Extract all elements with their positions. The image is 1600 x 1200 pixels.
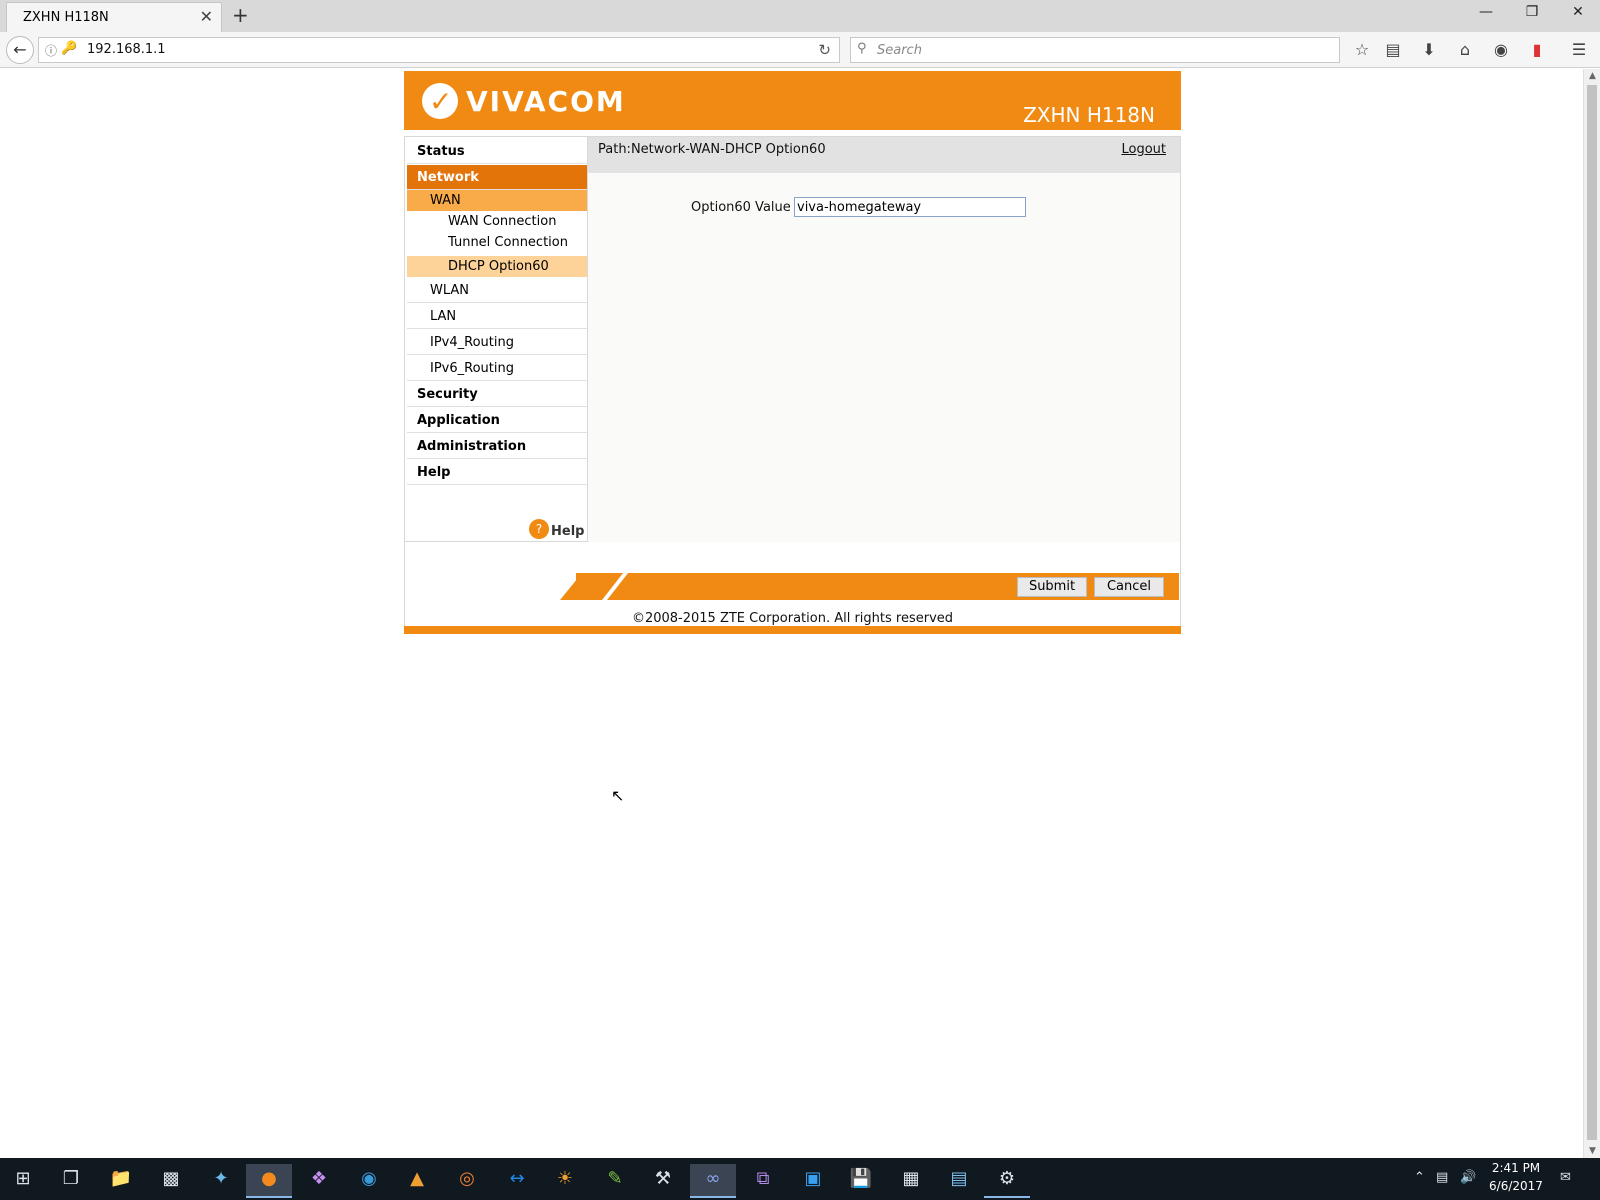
extension-icon[interactable]: ▮ xyxy=(1526,40,1548,59)
windows-taskbar: ⊞ ❐ 📁 ▩ ✦ ● ❖ ◉ ▲ ◎ ↔ ☀ ✎ ⚒ ∞ ⧉ ▣ 💾 ▦ ▤ … xyxy=(0,1158,1600,1200)
browser-tab-bar: ZXHN H118N ✕ + — ❐ ✕ xyxy=(0,0,1600,32)
sidebar-menu: Status Network WAN WAN Connection Tunnel… xyxy=(404,136,588,542)
visual-studio-icon[interactable]: ⧉ xyxy=(740,1164,786,1198)
menu-item-help[interactable]: Help xyxy=(407,460,587,485)
teamviewer-icon[interactable]: ↔ xyxy=(494,1164,540,1198)
info-icon[interactable]: ⓘ xyxy=(45,42,57,59)
windows-start-icon[interactable]: ⊞ xyxy=(0,1164,46,1198)
magnifier-icon: ⚲ xyxy=(857,41,867,56)
tray-expand-icon[interactable]: ⌃ xyxy=(1414,1170,1425,1185)
home-icon[interactable]: ⌂ xyxy=(1454,40,1476,59)
submit-button[interactable]: Submit xyxy=(1017,577,1087,597)
pocket-icon[interactable]: ◉ xyxy=(1490,40,1512,59)
browser-toolbar: ← ⓘ 🔑 192.168.1.1 ↻ ⚲ Search ☆ ▤ ⬇ ⌂ ◉ ▮… xyxy=(0,32,1600,68)
new-tab-button[interactable]: + xyxy=(232,3,249,27)
bookmark-star-icon[interactable]: ☆ xyxy=(1351,40,1373,59)
clock-date[interactable]: 6/6/2017 xyxy=(1486,1179,1546,1193)
footer-bottom-line xyxy=(404,626,1181,634)
breadcrumb-bar: Path:Network-WAN-DHCP Option60 Logout xyxy=(588,137,1180,173)
scroll-down-arrow-icon[interactable]: ▼ xyxy=(1584,1146,1600,1156)
key-icon: 🔑 xyxy=(61,41,78,56)
back-arrow-icon[interactable]: ← xyxy=(6,36,34,64)
menu-item-dhcp-option60[interactable]: DHCP Option60 xyxy=(407,256,587,277)
logout-link[interactable]: Logout xyxy=(1121,142,1166,157)
menu-item-wan-connection[interactable]: WAN Connection xyxy=(407,211,587,232)
menu-item-status[interactable]: Status xyxy=(407,139,587,164)
menu-item-security[interactable]: Security xyxy=(407,382,587,407)
app-icon[interactable]: ✦ xyxy=(198,1164,244,1198)
vivacom-logo-icon: ✓ xyxy=(422,83,458,119)
url-text[interactable]: 192.168.1.1 xyxy=(87,42,166,57)
close-window-icon[interactable]: ✕ xyxy=(1558,4,1598,20)
reload-icon[interactable]: ↻ xyxy=(818,41,831,59)
menu-item-ipv6-routing[interactable]: IPv6_Routing xyxy=(407,356,587,381)
tab-title: ZXHN H118N xyxy=(23,10,109,25)
option60-label: Option60 Value xyxy=(691,200,791,215)
menu-icon[interactable]: ☰ xyxy=(1568,40,1590,59)
menu-item-ipv4-routing[interactable]: IPv4_Routing xyxy=(407,330,587,355)
browser-tab[interactable]: ZXHN H118N ✕ xyxy=(6,2,222,32)
restore-icon[interactable]: ❐ xyxy=(1512,4,1552,20)
menu-item-administration[interactable]: Administration xyxy=(407,434,587,459)
content-panel: Path:Network-WAN-DHCP Option60 Logout Op… xyxy=(588,136,1181,542)
app-icon[interactable]: ∞ xyxy=(690,1164,736,1198)
firefox-icon[interactable]: ● xyxy=(246,1164,292,1198)
option60-value-input[interactable] xyxy=(794,197,1026,217)
search-placeholder: Search xyxy=(877,43,922,58)
router-header: ✓ VIVACOM ZXHN H118N xyxy=(404,71,1181,130)
footer-button-bar xyxy=(576,573,1179,600)
vertical-scrollbar[interactable]: ▲ ▼ xyxy=(1583,69,1600,1158)
scroll-up-arrow-icon[interactable]: ▲ xyxy=(1584,71,1600,81)
tools-icon[interactable]: ⚒ xyxy=(640,1164,686,1198)
notepad-icon[interactable]: ✎ xyxy=(592,1164,638,1198)
task-view-icon[interactable]: ❐ xyxy=(48,1164,94,1198)
model-name: ZXHN H118N xyxy=(1023,103,1155,127)
help-button-label: Help xyxy=(551,524,585,539)
app-icon[interactable]: ▦ xyxy=(888,1164,934,1198)
mouse-cursor-icon: ↖ xyxy=(611,786,625,805)
menu-item-network[interactable]: Network xyxy=(407,165,587,190)
breadcrumb: Path:Network-WAN-DHCP Option60 xyxy=(598,142,826,157)
scroll-thumb[interactable] xyxy=(1587,85,1597,1140)
reading-list-icon[interactable]: ▤ xyxy=(1382,40,1404,59)
volume-icon[interactable]: 🔊 xyxy=(1460,1170,1476,1185)
question-mark-icon: ? xyxy=(529,519,549,539)
menu-item-lan[interactable]: LAN xyxy=(407,304,587,329)
photoshop-icon[interactable]: ▣ xyxy=(790,1164,836,1198)
menu-item-application[interactable]: Application xyxy=(407,408,587,433)
menu-item-wlan[interactable]: WLAN xyxy=(407,278,587,303)
menu-item-wan[interactable]: WAN xyxy=(407,190,587,211)
app-icon[interactable]: ☀ xyxy=(542,1164,588,1198)
notification-icon[interactable]: ✉ xyxy=(1560,1170,1571,1185)
copyright-text: ©2008-2015 ZTE Corporation. All rights r… xyxy=(631,611,954,626)
blender-icon[interactable]: ◎ xyxy=(444,1164,490,1198)
app-icon[interactable]: 💾 xyxy=(838,1164,884,1198)
menu-item-tunnel-connection[interactable]: Tunnel Connection xyxy=(407,232,587,253)
app-icon[interactable]: ◉ xyxy=(346,1164,392,1198)
close-tab-icon[interactable]: ✕ xyxy=(200,7,213,26)
terminal-icon[interactable]: ▩ xyxy=(148,1164,194,1198)
app-icon[interactable]: ▲ xyxy=(394,1164,440,1198)
brand-logo-text: VIVACOM xyxy=(466,85,626,118)
download-icon[interactable]: ⬇ xyxy=(1418,40,1440,59)
minimize-icon[interactable]: — xyxy=(1466,4,1506,20)
address-bar[interactable]: ⓘ 🔑 192.168.1.1 ↻ xyxy=(38,37,840,63)
cancel-button[interactable]: Cancel xyxy=(1094,577,1164,597)
app-icon[interactable]: ❖ xyxy=(296,1164,342,1198)
network-icon[interactable]: ▤ xyxy=(1436,1170,1448,1185)
search-input[interactable]: ⚲ Search xyxy=(850,37,1340,63)
file-explorer-icon[interactable]: 📁 xyxy=(98,1164,144,1198)
app-icon[interactable]: ▤ xyxy=(936,1164,982,1198)
settings-gear-icon[interactable]: ⚙ xyxy=(984,1164,1030,1198)
clock-time[interactable]: 2:41 PM xyxy=(1486,1161,1546,1175)
